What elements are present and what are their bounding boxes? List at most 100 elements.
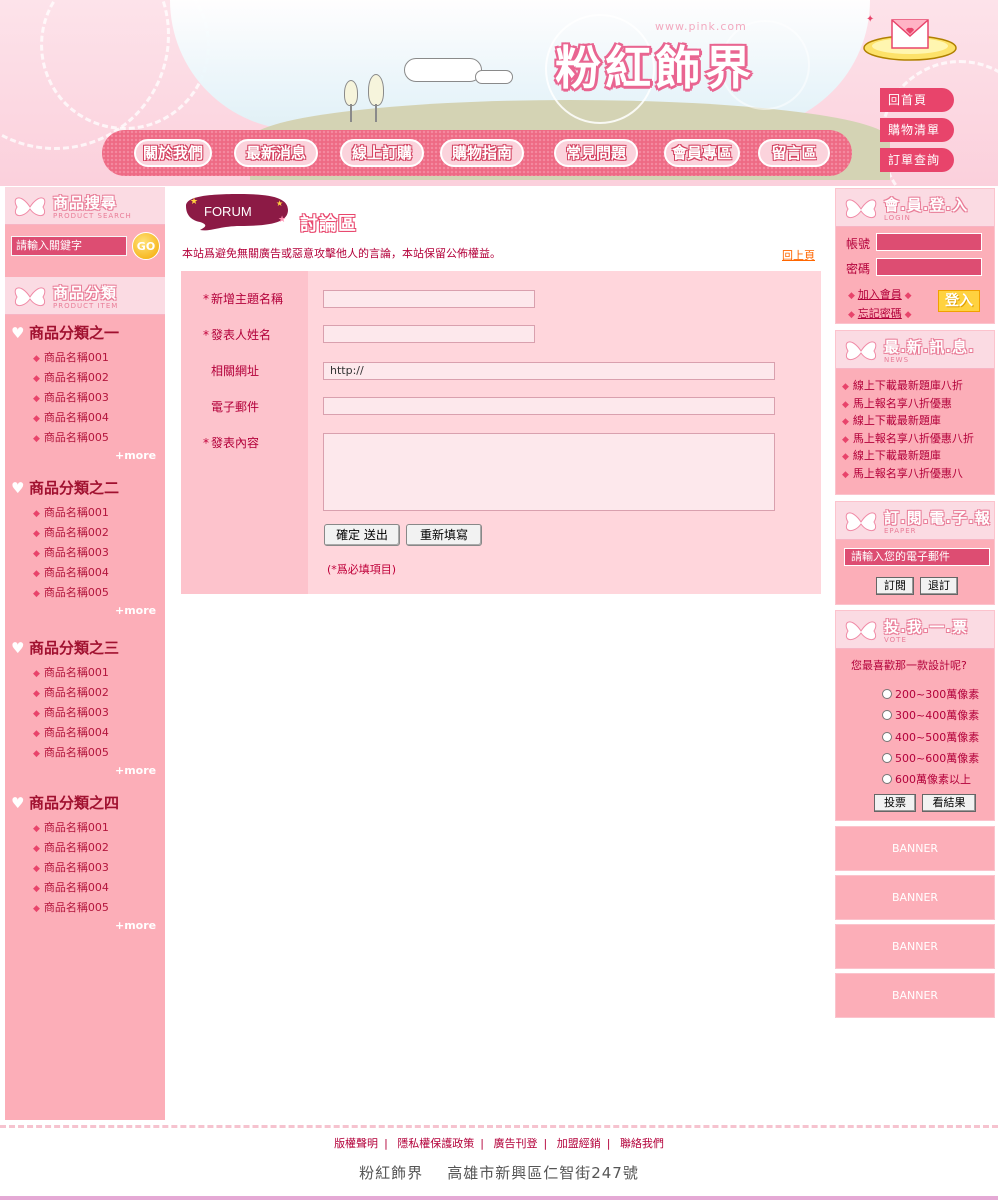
category-item[interactable]: ◆ 商品名稱004 <box>33 564 109 582</box>
category-item[interactable]: ◆ 商品名稱002 <box>33 684 109 702</box>
more-link[interactable]: +more <box>115 449 156 462</box>
category-item[interactable]: ◆ 商品名稱001 <box>33 819 109 837</box>
site-header: www.pink.com 粉紅飾界 ✦ 關於我們 最新消息 線上訂購 購物指南 … <box>0 0 998 186</box>
banner-3[interactable]: BANNER <box>835 924 995 969</box>
radio-button[interactable] <box>882 774 892 785</box>
diamond-bullet-icon: ◆ <box>33 824 40 834</box>
email-input[interactable] <box>323 397 775 415</box>
category-item[interactable]: ◆ 商品名稱003 <box>33 544 109 562</box>
view-results-button[interactable]: 看結果 <box>922 794 976 812</box>
topic-label: * 新增主題名稱 <box>203 292 284 306</box>
category-item[interactable]: ◆ 商品名稱005 <box>33 744 109 762</box>
news-item[interactable]: ◆ 線上下載最新題庫 <box>842 447 941 463</box>
home-link[interactable]: 回首頁 <box>880 88 954 112</box>
category-item[interactable]: ◆ 商品名稱005 <box>33 429 109 447</box>
news-item[interactable]: ◆ 馬上報名享八折優惠八折 <box>842 430 974 446</box>
account-input[interactable] <box>876 233 982 251</box>
category-item[interactable]: ◆ 商品名稱005 <box>33 899 109 917</box>
radio-button[interactable] <box>882 689 892 699</box>
category-title[interactable]: ♥ 商品分類之四 <box>11 792 119 812</box>
category-item[interactable]: ◆ 商品名稱002 <box>33 839 109 857</box>
banner-1[interactable]: BANNER <box>835 826 995 871</box>
vote-option[interactable]: 200~300萬像素 <box>882 686 979 702</box>
category-title[interactable]: ♥ 商品分類之一 <box>11 322 119 342</box>
vote-button[interactable]: 投票 <box>874 794 916 812</box>
nav-order-online[interactable]: 線上訂購 <box>340 139 424 167</box>
submit-button[interactable]: 確定 送出 <box>324 524 400 546</box>
copyright-link[interactable]: 版權聲明 <box>334 1137 378 1150</box>
cloud-decoration <box>475 70 513 84</box>
nav-faq[interactable]: 常見問題 <box>554 139 638 167</box>
forgot-password-link[interactable]: ◆ 忘記密碼 ◆ <box>848 305 912 321</box>
news-item[interactable]: ◆ 馬上報名享八折優惠 <box>842 395 952 411</box>
category-item[interactable]: ◆ 商品名稱002 <box>33 369 109 387</box>
diamond-bullet-icon: ◆ <box>33 569 40 579</box>
category-item[interactable]: ◆ 商品名稱004 <box>33 724 109 742</box>
news-item[interactable]: ◆ 線上下載最新題庫八折 <box>842 377 963 393</box>
vote-option[interactable]: 600萬像素以上 <box>882 771 971 787</box>
related-url-input[interactable]: http:// <box>323 362 775 380</box>
more-link[interactable]: +more <box>115 919 156 932</box>
nav-guestbook[interactable]: 留言區 <box>758 139 830 167</box>
site-logo[interactable]: 粉紅飾界 <box>555 32 755 98</box>
vote-option[interactable]: 500~600萬像素 <box>882 750 979 766</box>
back-link[interactable]: 回上頁 <box>782 247 815 263</box>
butterfly-icon <box>845 341 877 360</box>
vote-option[interactable]: 300~400萬像素 <box>882 707 979 723</box>
epaper-email-input[interactable]: 請輸入您的電子郵件 <box>844 548 990 566</box>
content-textarea[interactable] <box>323 433 775 511</box>
butterfly-icon <box>14 287 46 306</box>
category-item[interactable]: ◆ 商品名稱004 <box>33 879 109 897</box>
category-title[interactable]: ♥ 商品分類之三 <box>11 637 119 657</box>
franchise-link[interactable]: 加盟經銷 <box>557 1137 601 1150</box>
nav-shopping-guide[interactable]: 購物指南 <box>440 139 524 167</box>
category-item[interactable]: ◆ 商品名稱002 <box>33 524 109 542</box>
news-item[interactable]: ◆ 馬上報名享八折優惠八 <box>842 465 963 481</box>
radio-button[interactable] <box>882 752 892 763</box>
vote-option[interactable]: 400~500萬像素 <box>882 729 979 745</box>
nav-news[interactable]: 最新消息 <box>234 139 318 167</box>
privacy-link[interactable]: 隱私權保護政策 <box>397 1137 474 1150</box>
contact-link[interactable]: 聯絡我們 <box>620 1137 664 1150</box>
radio-button[interactable] <box>882 710 892 721</box>
more-link[interactable]: +more <box>115 764 156 777</box>
epaper-header: 訂.閱.電.子.報 EPAPER <box>836 502 994 540</box>
radio-button[interactable] <box>882 731 892 742</box>
related-url-label: 相關網址 <box>211 364 260 378</box>
nav-member-area[interactable]: 會員專區 <box>664 139 740 167</box>
shopping-list-link[interactable]: 購物清單 <box>880 118 954 142</box>
category-item[interactable]: ◆ 商品名稱003 <box>33 704 109 722</box>
reset-button[interactable]: 重新填寫 <box>406 524 482 546</box>
diamond-bullet-icon: ◆ <box>842 434 849 445</box>
poster-name-input[interactable] <box>323 325 535 343</box>
more-link[interactable]: +more <box>115 604 156 617</box>
password-input[interactable] <box>876 258 982 276</box>
keyword-search-input[interactable]: 請輸入關鍵字 <box>11 236 127 256</box>
unsubscribe-button[interactable]: 退訂 <box>920 577 958 595</box>
banner-4[interactable]: BANNER <box>835 973 995 1018</box>
category-title[interactable]: ♥ 商品分類之二 <box>11 477 119 497</box>
subscribe-button[interactable]: 訂閱 <box>876 577 914 595</box>
banner-2[interactable]: BANNER <box>835 875 995 920</box>
search-go-button[interactable]: GO <box>132 232 160 260</box>
login-title: 會.員.登.入 <box>884 196 969 214</box>
diamond-bullet-icon: ◆ <box>33 589 40 599</box>
order-query-link[interactable]: 訂單查詢 <box>880 148 954 172</box>
butterfly-icon <box>845 621 877 640</box>
tree-decoration <box>344 80 358 106</box>
advertise-link[interactable]: 廣告刊登 <box>494 1137 538 1150</box>
login-button[interactable]: 登入 <box>938 290 980 312</box>
category-item[interactable]: ◆ 商品名稱003 <box>33 389 109 407</box>
news-item[interactable]: ◆ 線上下載最新題庫 <box>842 412 941 428</box>
category-item[interactable]: ◆ 商品名稱001 <box>33 349 109 367</box>
category-item[interactable]: ◆ 商品名稱001 <box>33 504 109 522</box>
join-member-link[interactable]: ◆ 加入會員 ◆ <box>848 286 912 302</box>
diamond-bullet-icon: ◆ <box>33 904 40 914</box>
vote-title: 投.我.一.票 <box>884 618 969 636</box>
nav-about[interactable]: 關於我們 <box>134 139 212 167</box>
category-item[interactable]: ◆ 商品名稱001 <box>33 664 109 682</box>
category-item[interactable]: ◆ 商品名稱003 <box>33 859 109 877</box>
category-item[interactable]: ◆ 商品名稱004 <box>33 409 109 427</box>
topic-input[interactable] <box>323 290 535 308</box>
category-item[interactable]: ◆ 商品名稱005 <box>33 584 109 602</box>
